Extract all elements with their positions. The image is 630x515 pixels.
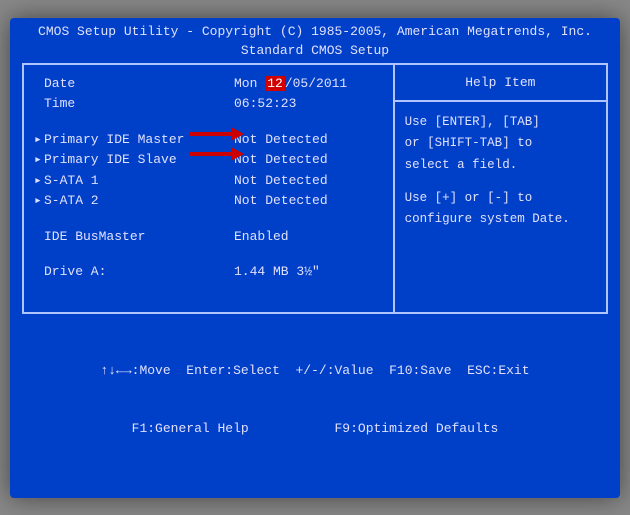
time-value[interactable]: 06:52:23 [234, 94, 383, 114]
pis-label: Primary IDE Slave [44, 152, 177, 167]
idebm-label: IDE BusMaster [44, 229, 145, 244]
help-line: or [SHIFT-TAB] to [405, 133, 596, 154]
help-body: Use [ENTER], [TAB] or [SHIFT-TAB] to sel… [395, 102, 606, 240]
triangle-icon: ▸ [34, 171, 44, 191]
header-line1: CMOS Setup Utility - Copyright (C) 1985-… [10, 22, 620, 42]
pim-value: Not Detected [234, 130, 383, 150]
footer-hints: ↑↓←→:Move Enter:Select +/-/:Value F10:Sa… [10, 314, 620, 498]
triangle-icon: ▸ [34, 150, 44, 170]
date-label: Date [44, 76, 75, 91]
sata1-label: S-ATA 1 [44, 173, 99, 188]
footer-line2: F1:General Help F9:Optimized Defaults [10, 419, 620, 439]
footer-line1: ↑↓←→:Move Enter:Select +/-/:Value F10:Sa… [10, 361, 620, 381]
row-drive-a[interactable]: Drive A: 1.44 MB 3½" [34, 262, 383, 282]
idebm-value[interactable]: Enabled [234, 227, 383, 247]
time-label: Time [44, 96, 75, 111]
row-ide-busmaster[interactable]: IDE BusMaster Enabled [34, 227, 383, 247]
pim-label: Primary IDE Master [44, 132, 184, 147]
help-line: Use [ENTER], [TAB] [405, 112, 596, 133]
help-title: Help Item [395, 65, 606, 103]
triangle-icon: ▸ [34, 191, 44, 211]
sata2-label: S-ATA 2 [44, 193, 99, 208]
drivea-value[interactable]: 1.44 MB 3½" [234, 262, 383, 282]
row-primary-ide-slave[interactable]: ▸Primary IDE Slave Not Detected [34, 150, 383, 170]
triangle-icon: ▸ [34, 130, 44, 150]
row-date[interactable]: Date Mon 12/05/2011 [34, 74, 383, 94]
help-line: select a field. [405, 155, 596, 176]
sata1-value: Not Detected [234, 171, 383, 191]
help-line: configure system Date. [405, 209, 596, 230]
sata2-value: Not Detected [234, 191, 383, 211]
header: CMOS Setup Utility - Copyright (C) 1985-… [10, 18, 620, 63]
date-value[interactable]: Mon 12/05/2011 [234, 74, 383, 94]
drivea-label: Drive A: [44, 264, 106, 279]
help-line: Use [+] or [-] to [405, 188, 596, 209]
header-line2: Standard CMOS Setup [10, 41, 620, 61]
bios-screen: CMOS Setup Utility - Copyright (C) 1985-… [10, 18, 620, 498]
pis-value: Not Detected [234, 150, 383, 170]
row-time[interactable]: Time 06:52:23 [34, 94, 383, 114]
main-frame: Date Mon 12/05/2011 Time 06:52:23 ▸Prima… [22, 63, 608, 314]
help-pane: Help Item Use [ENTER], [TAB] or [SHIFT-T… [395, 65, 606, 312]
row-sata-1[interactable]: ▸S-ATA 1 Not Detected [34, 171, 383, 191]
settings-pane: Date Mon 12/05/2011 Time 06:52:23 ▸Prima… [24, 65, 395, 312]
row-primary-ide-master[interactable]: ▸Primary IDE Master Not Detected [34, 130, 383, 150]
row-sata-2[interactable]: ▸S-ATA 2 Not Detected [34, 191, 383, 211]
date-day-selected[interactable]: 12 [265, 76, 285, 91]
